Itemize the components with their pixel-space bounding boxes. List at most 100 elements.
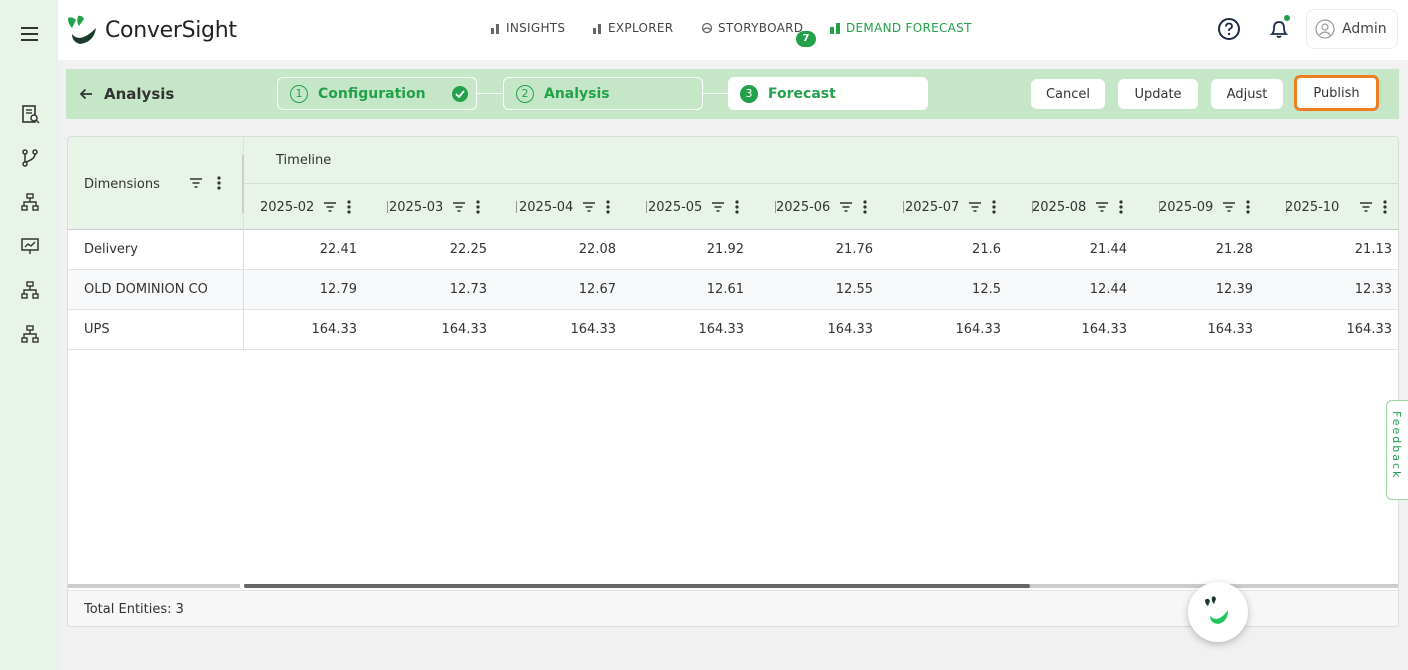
value-cell[interactable]: 164.33 [891,322,1002,337]
value-cell[interactable]: 21.44 [1017,242,1127,257]
column-label: 2025-04 [519,199,574,215]
value-cell[interactable]: 164.33 [506,322,617,337]
branch-icon[interactable] [19,147,41,169]
presentation-chart-icon[interactable] [19,235,41,257]
app-logo[interactable]: ConverSight [66,14,237,46]
more-vertical-icon[interactable] [475,199,481,215]
horizontal-scrollbar-thumb[interactable] [244,584,1030,588]
more-vertical-icon[interactable] [1245,199,1251,215]
user-menu[interactable]: Admin [1306,9,1398,49]
value-cell[interactable]: 22.08 [506,242,616,257]
value-cell[interactable]: 12.39 [1143,282,1253,297]
value-cell[interactable]: 12.73 [377,282,487,297]
column-separator [646,201,647,213]
column-header[interactable]: 2025-06 [776,192,904,222]
value-cell[interactable]: 164.33 [1143,322,1254,337]
filter-icon[interactable] [1222,201,1236,213]
column-header[interactable]: 2025-10 [1285,192,1398,222]
pinned-scrollbar-track [68,584,240,588]
nav-insights[interactable]: INSIGHTS [490,21,565,35]
step-forecast[interactable]: 3 Forecast [728,77,928,110]
step-analysis[interactable]: 2 Analysis [503,77,703,110]
column-header[interactable]: 2025-08 [1032,192,1160,222]
column-label: 2025-09 [1159,199,1214,215]
value-cell[interactable]: 12.44 [1017,282,1127,297]
total-entities-label: Total Entities: 3 [84,602,184,617]
filter-icon[interactable] [968,201,982,213]
table-row[interactable]: OLD DOMINION CO 12.79 12.73 12.67 12.61 … [68,270,1398,310]
column-header[interactable]: 2025-02 [260,192,388,222]
value-cell[interactable]: 22.41 [247,242,357,257]
more-vertical-icon[interactable] [1118,199,1124,215]
value-cell[interactable]: 21.13 [1282,242,1392,257]
filter-icon[interactable] [452,201,466,213]
table-row[interactable]: UPS 164.33 164.33 164.33 164.33 164.33 1… [68,310,1398,350]
report-search-icon[interactable] [19,103,41,125]
value-cell[interactable]: 12.33 [1282,282,1392,297]
value-cell[interactable]: 164.33 [1017,322,1128,337]
step-label: Configuration [318,85,426,102]
column-header[interactable]: 2025-09 [1159,192,1287,222]
column-header[interactable]: 2025-04 [519,192,647,222]
hierarchy-icon[interactable] [19,191,41,213]
value-cell[interactable]: 21.92 [634,242,744,257]
nav-demand-forecast[interactable]: DEMAND FORECAST [829,21,972,35]
filter-icon[interactable] [323,201,337,213]
hierarchy-icon[interactable] [19,323,41,345]
column-label: 2025-03 [389,199,444,215]
column-header[interactable]: 2025-07 [905,192,1033,222]
nav-explorer[interactable]: EXPLORER [592,21,673,35]
more-vertical-icon[interactable] [734,199,740,215]
column-separator [516,201,517,213]
value-cell[interactable]: 12.79 [247,282,357,297]
update-button[interactable]: Update [1118,79,1198,109]
hierarchy-icon[interactable] [19,279,41,301]
value-cell[interactable]: 12.61 [634,282,744,297]
column-resize-handle[interactable] [242,155,244,213]
nav-storyboard[interactable]: STORYBOARD [701,21,803,35]
filter-icon[interactable] [711,201,725,213]
pinned-column-divider [243,230,244,270]
filter-icon[interactable] [189,177,203,189]
column-label: 2025-08 [1032,199,1087,215]
value-cell[interactable]: 164.33 [1282,322,1393,337]
adjust-button[interactable]: Adjust [1211,79,1283,109]
more-vertical-icon[interactable] [862,199,868,215]
publish-button[interactable]: Publish [1294,75,1379,111]
more-vertical-icon[interactable] [991,199,997,215]
value-cell[interactable]: 164.33 [763,322,874,337]
column-header[interactable]: 2025-05 [648,192,776,222]
table-row[interactable]: Delivery 22.41 22.25 22.08 21.92 21.76 2… [68,230,1398,270]
left-sidebar [0,0,58,670]
cancel-button[interactable]: Cancel [1031,79,1105,109]
filter-icon[interactable] [839,201,853,213]
check-circle-icon [452,86,468,102]
feedback-tab[interactable]: Feedback [1386,400,1408,500]
filter-icon[interactable] [1359,201,1373,213]
value-cell[interactable]: 164.33 [247,322,358,337]
value-cell[interactable]: 164.33 [634,322,745,337]
back-button[interactable]: Analysis [78,85,174,103]
filter-icon[interactable] [582,201,596,213]
more-vertical-icon[interactable] [216,175,222,191]
value-cell[interactable]: 21.76 [763,242,873,257]
filter-icon[interactable] [1095,201,1109,213]
value-cell[interactable]: 12.67 [506,282,616,297]
step-configuration[interactable]: 1 Configuration [277,77,477,110]
step-number: 3 [740,84,758,103]
step-connector [477,93,503,94]
value-cell[interactable]: 12.5 [891,282,1001,297]
column-header[interactable]: 2025-03 [389,192,517,222]
value-cell[interactable]: 12.55 [763,282,873,297]
help-icon[interactable] [1217,17,1241,41]
more-vertical-icon[interactable] [605,199,611,215]
hamburger-menu-icon[interactable] [19,23,41,45]
value-cell[interactable]: 21.6 [891,242,1001,257]
assistant-launcher-button[interactable] [1188,582,1248,642]
more-vertical-icon[interactable] [346,199,352,215]
value-cell[interactable]: 22.25 [377,242,487,257]
value-cell[interactable]: 164.33 [377,322,488,337]
storyboard-icon [701,22,713,34]
value-cell[interactable]: 21.28 [1143,242,1253,257]
more-vertical-icon[interactable] [1382,199,1388,215]
